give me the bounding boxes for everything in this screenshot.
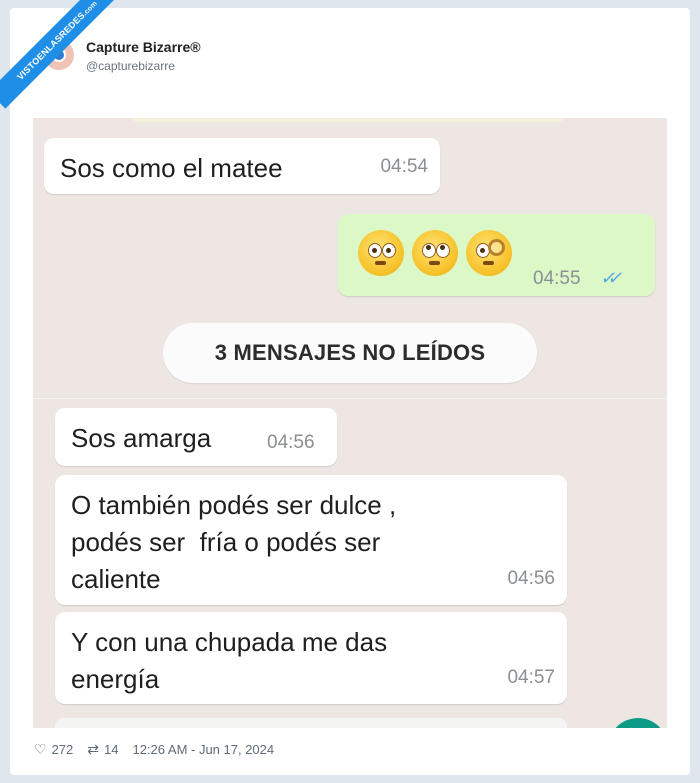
message-bubble-incoming: Y con una chupada me das energía 04:57 [55, 612, 567, 704]
message-bubble-incoming: Sos amarga 04:56 [55, 408, 337, 466]
message-time: 04:56 [267, 432, 315, 453]
unread-messages-banner: 3 MENSAJES NO LEÍDOS [163, 323, 537, 383]
tweet-timestamp[interactable]: 12:26 AM - Jun 17, 2024 [132, 742, 274, 757]
tweet-footer: ♡ 272 ⇄ 14 12:26 AM - Jun 17, 2024 [34, 741, 274, 758]
message-text: Y con una chupada me das energía [71, 624, 387, 698]
heart-icon[interactable]: ♡ [34, 741, 47, 758]
author-name[interactable]: Capture Bizarre® [86, 39, 201, 55]
watermark-text: VISTOENLASREDES [15, 10, 87, 82]
retweet-icon[interactable]: ⇄ [87, 741, 99, 758]
message-time: 04:54 [380, 156, 428, 177]
read-ticks-icon: ✓✓ [600, 268, 622, 288]
message-line: caliente [71, 564, 161, 594]
unread-divider [33, 398, 667, 399]
message-bubble-incoming: Sos como el matee 04:54 [44, 138, 440, 194]
message-line: energía [71, 664, 160, 694]
like-count: 272 [51, 742, 74, 757]
message-text: Sos amarga [71, 423, 212, 453]
message-bubble-incoming: O también podés ser dulce , podés ser fr… [55, 475, 567, 605]
message-text: O también podés ser dulce , podés ser fr… [71, 487, 396, 598]
cut-off-message-bubble [55, 718, 567, 728]
flushed-face-emoji-icon [358, 230, 404, 276]
message-time: 04:56 [507, 568, 555, 589]
chat-top-edge [133, 118, 563, 122]
message-text: Sos como el matee [60, 153, 283, 183]
message-time: 04:55 [533, 268, 581, 289]
message-line: podés ser fría o podés ser [71, 527, 381, 557]
retweet-count: 14 [104, 742, 119, 757]
message-line: Y con una chupada me das [71, 627, 388, 657]
watermark-sub: .com [81, 0, 99, 18]
message-time: 04:57 [507, 667, 555, 688]
chat-screenshot: Sos como el matee 04:54 04:55 ✓✓ 3 MENSA… [33, 118, 667, 728]
author-handle[interactable]: @capturebizarre [86, 59, 175, 73]
rolling-eyes-emoji-icon [412, 230, 458, 276]
message-bubble-outgoing: 04:55 ✓✓ [338, 214, 655, 296]
monocle-face-emoji-icon [466, 230, 512, 276]
message-line: O también podés ser dulce , [71, 490, 397, 520]
scroll-down-button[interactable] [608, 718, 667, 728]
